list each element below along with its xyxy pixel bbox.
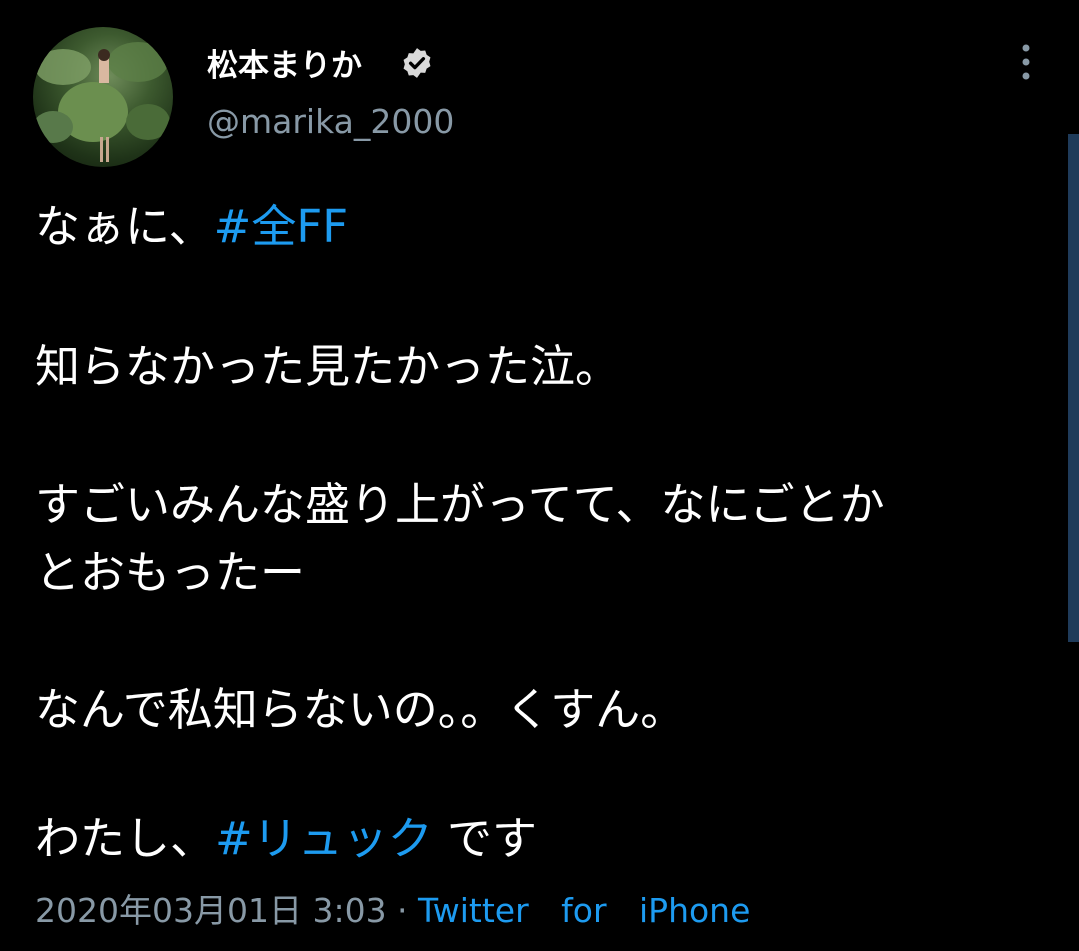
tweet-line-1: なぁに、#全FF (35, 200, 348, 254)
meta-separator: · (386, 891, 419, 930)
hashtag-link[interactable]: #リュック (215, 812, 433, 865)
more-vertical-icon[interactable] (1011, 40, 1041, 84)
tweet-line-3: すごいみんな盛り上がってて、なにごとか (35, 478, 885, 531)
tweet-line-4: とおもったー (35, 546, 306, 599)
tweet-line-5: なんで私知らないの。。くすん。 (35, 683, 686, 736)
tweet-text: です (432, 812, 538, 865)
avatar[interactable] (33, 27, 173, 167)
display-name[interactable]: 松本まりか (207, 40, 362, 85)
tweet-text: なぁに、 (35, 200, 214, 253)
timestamp[interactable]: 2020年03月01日 3:03 (35, 891, 387, 930)
tweet-line-6: わたし、#リュック です (35, 812, 537, 866)
user-handle[interactable]: @marika_2000 (207, 102, 454, 141)
tweet-meta: 2020年03月01日 3:03 · Twitter for iPhone (35, 884, 750, 932)
hashtag-link[interactable]: #全FF (214, 200, 348, 253)
scrollbar[interactable] (1068, 134, 1079, 642)
tweet-line-2: 知らなかった見たかった泣。 (35, 340, 621, 393)
tweet-text: わたし、 (35, 812, 216, 865)
source-link[interactable]: Twitter for iPhone (418, 891, 750, 930)
verified-badge-icon (403, 48, 431, 78)
